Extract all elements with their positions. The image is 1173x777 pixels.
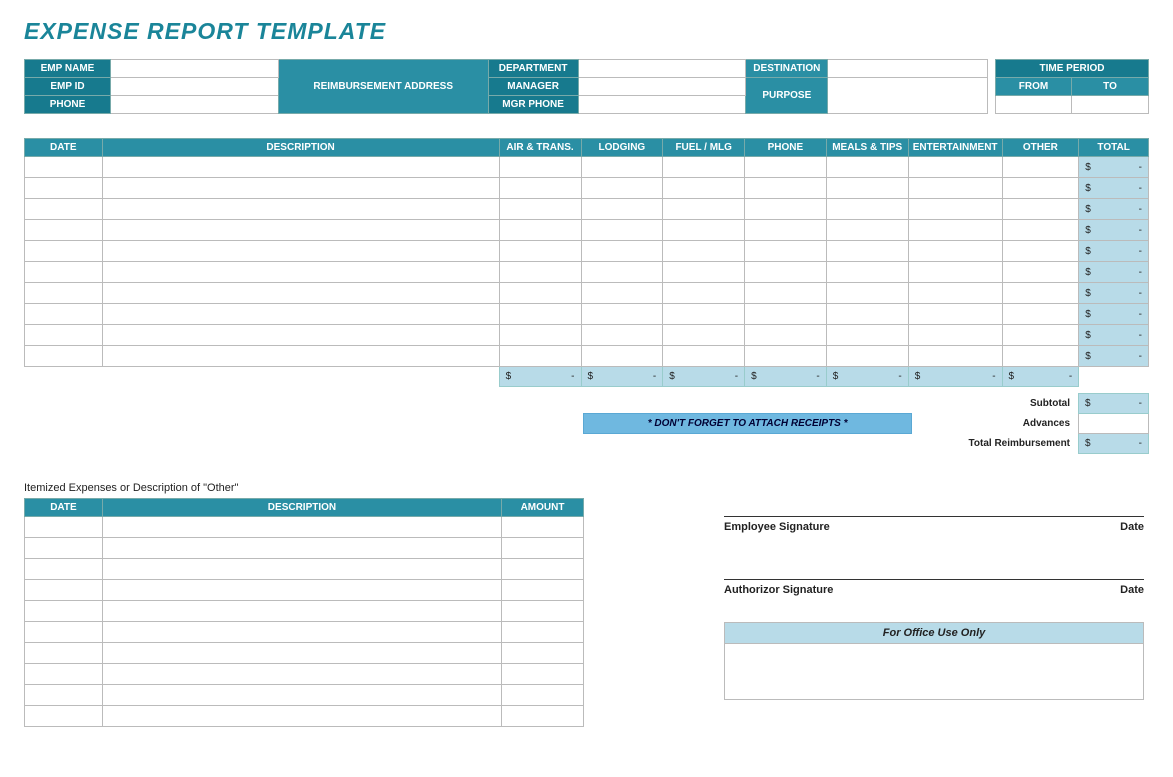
field-emp-id[interactable] [110,78,278,96]
sum-fuel: $- [663,367,745,387]
authorizor-sig-date-label: Date [1120,584,1144,596]
row-total: $- [1079,262,1149,283]
field-purpose[interactable] [828,78,988,114]
itemized-note: Itemized Expenses or Description of "Oth… [24,482,584,494]
advances-label: Advances [912,414,1079,434]
sum-phone: $- [745,367,827,387]
advances-value[interactable] [1079,414,1149,434]
item-col-desc: DESCRIPTION [102,499,501,517]
item-col-amount: AMOUNT [502,499,584,517]
total-reimb-value: $- [1079,434,1149,454]
header-table: EMP NAME REIMBURSEMENT ADDRESS DEPARTMEN… [24,59,1149,114]
office-use-body[interactable] [724,644,1144,700]
employee-sig-label: Employee Signature [724,521,830,533]
label-purpose: PURPOSE [746,78,828,114]
row-total: $- [1079,346,1149,367]
sum-other: $- [1002,367,1079,387]
row-total: $- [1079,178,1149,199]
col-other: OTHER [1002,139,1079,157]
row-total: $- [1079,283,1149,304]
label-emp-name: EMP NAME [25,60,111,78]
employee-sig-date-label: Date [1120,521,1144,533]
label-destination: DESTINATION [746,60,828,78]
subtotal-value: $- [1079,394,1149,414]
field-destination[interactable] [828,60,988,78]
expense-row: $- [25,241,1149,262]
label-phone: PHONE [25,96,111,114]
col-total: TOTAL [1079,139,1149,157]
authorizor-signature: Authorizor Signature Date [724,533,1144,596]
item-row [25,538,584,559]
expense-row: $- [25,262,1149,283]
row-total: $- [1079,199,1149,220]
expense-row: $- [25,283,1149,304]
item-row [25,601,584,622]
column-sums-row: $- $- $- $- $- $- $- [25,367,1149,387]
item-row [25,559,584,580]
field-to[interactable] [1072,96,1149,114]
item-row [25,622,584,643]
expense-row: $- [25,325,1149,346]
col-ent: ENTERTAINMENT [908,139,1002,157]
item-row [25,706,584,727]
field-manager[interactable] [578,78,746,96]
col-meals: MEALS & TIPS [826,139,908,157]
subtotal-label: Subtotal [912,394,1079,414]
label-emp-id: EMP ID [25,78,111,96]
total-reimb-label: Total Reimbursement [912,434,1079,454]
field-dept[interactable] [578,60,746,78]
row-total: $- [1079,304,1149,325]
sum-meals: $- [826,367,908,387]
row-total: $- [1079,325,1149,346]
col-date: DATE [25,139,103,157]
item-row [25,685,584,706]
expense-row: $- [25,199,1149,220]
item-col-date: DATE [25,499,103,517]
col-lodging: LODGING [581,139,663,157]
expense-header-row: DATE DESCRIPTION AIR & TRANS. LODGING FU… [25,139,1149,157]
label-manager: MANAGER [488,78,578,96]
label-from: FROM [996,78,1072,96]
sum-ent: $- [908,367,1002,387]
expense-row: $- [25,178,1149,199]
expense-row: $- [25,304,1149,325]
row-total: $- [1079,157,1149,178]
row-total: $- [1079,220,1149,241]
item-row [25,580,584,601]
page-title: EXPENSE REPORT TEMPLATE [24,18,1149,45]
itemized-table: DATE DESCRIPTION AMOUNT [24,498,584,727]
authorizor-sig-label: Authorizor Signature [724,584,833,596]
receipt-note: * DON'T FORGET TO ATTACH RECEIPTS * [584,414,912,434]
field-mgr-phone[interactable] [578,96,746,114]
item-row [25,664,584,685]
expense-row: $- [25,220,1149,241]
expense-row: $- [25,157,1149,178]
col-air: AIR & TRANS. [499,139,581,157]
field-phone[interactable] [110,96,278,114]
item-row [25,643,584,664]
col-fuel: FUEL / MLG [663,139,745,157]
label-to: TO [1072,78,1149,96]
label-time-period: TIME PERIOD [996,60,1149,78]
expense-row: $- [25,346,1149,367]
expense-table: DATE DESCRIPTION AIR & TRANS. LODGING FU… [24,138,1149,387]
label-reimb-addr: REIMBURSEMENT ADDRESS [278,60,488,114]
office-use-header: For Office Use Only [724,622,1144,644]
sum-air: $- [499,367,581,387]
col-desc: DESCRIPTION [102,139,499,157]
label-dept: DEPARTMENT [488,60,578,78]
sum-lodging: $- [581,367,663,387]
employee-signature: Employee Signature Date [724,470,1144,533]
field-from[interactable] [996,96,1072,114]
label-mgr-phone: MGR PHONE [488,96,578,114]
row-total: $- [1079,241,1149,262]
item-row [25,517,584,538]
field-emp-name[interactable] [110,60,278,78]
col-phone: PHONE [745,139,827,157]
